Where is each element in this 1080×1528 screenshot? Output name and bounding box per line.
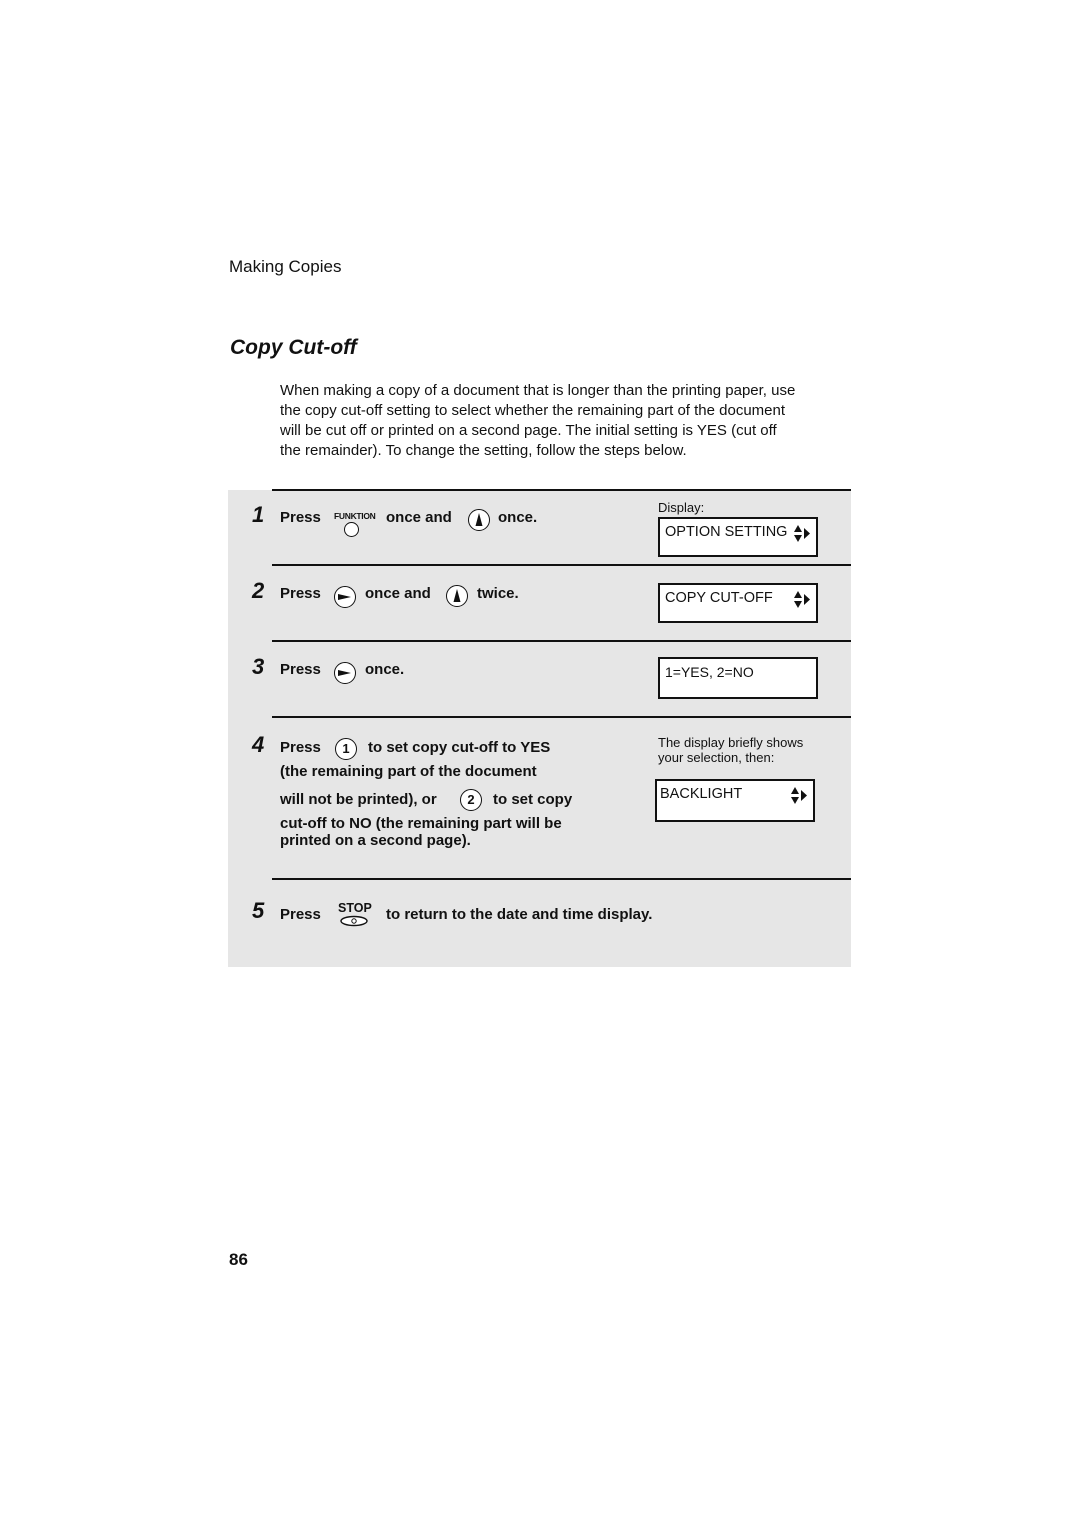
step-number: 2 <box>252 578 265 603</box>
section-header: Making Copies <box>229 257 342 276</box>
lcd-display: OPTION SETTING <box>658 517 818 557</box>
step-number: 4 <box>252 732 265 757</box>
step-text: (the remaining part of the document <box>280 763 537 780</box>
up-down-right-arrows-icon <box>794 525 810 542</box>
divider <box>272 878 851 880</box>
lcd-text: OPTION SETTING <box>665 524 788 540</box>
up-down-right-arrows-icon <box>794 591 810 608</box>
divider <box>272 564 851 566</box>
key-2-icon: 2 <box>460 789 482 811</box>
up-down-right-arrows-icon <box>791 787 807 804</box>
stop-key-label: STOP <box>338 901 372 915</box>
step-text: cut-off to NO (the remaining part will b… <box>280 815 562 832</box>
display-note-line: your selection, then: <box>658 750 775 765</box>
step-text-press: Press <box>280 509 321 526</box>
step-text-end: once. <box>365 661 405 678</box>
up-arrow-key-icon <box>446 585 468 607</box>
step-text-mid: once and <box>386 509 452 526</box>
step-text-press: Press <box>280 739 321 756</box>
lcd-display: 1=YES, 2=NO <box>658 657 818 699</box>
funktion-key-icon <box>344 522 359 537</box>
divider <box>272 489 851 491</box>
page-number: 86 <box>229 1250 248 1269</box>
divider <box>272 640 851 642</box>
right-arrow-key-icon <box>334 662 356 684</box>
intro-paragraph: When making a copy of a document that is… <box>280 381 840 461</box>
key-1-icon: 1 <box>335 738 357 760</box>
lcd-text: BACKLIGHT <box>660 786 743 802</box>
step-text: will not be printed), or <box>280 791 437 808</box>
step-text: to set copy <box>493 791 573 808</box>
steps-panel: 1 Press FUNKTION once and once. Display:… <box>228 489 851 967</box>
step-number: 5 <box>252 898 265 923</box>
display-note-line: The display briefly shows <box>658 735 804 750</box>
step-text-press: Press <box>280 906 321 923</box>
intro-line: When making a copy of a document that is… <box>280 382 796 399</box>
lcd-display: BACKLIGHT <box>655 779 815 822</box>
up-arrow-key-icon <box>468 509 490 531</box>
step-text: to set copy cut-off to YES <box>368 739 551 756</box>
step-text-end: to return to the date and time display. <box>386 906 653 923</box>
display-note: The display briefly shows your selection… <box>658 735 803 765</box>
step-text-mid: once and <box>365 585 431 602</box>
step-text: printed on a second page). <box>280 832 471 849</box>
step-number: 3 <box>252 654 265 679</box>
intro-line: will be cut off or printed on a second p… <box>280 422 777 439</box>
lcd-display: COPY CUT-OFF <box>658 583 818 623</box>
lcd-text: 1=YES, 2=NO <box>665 664 754 680</box>
stop-key-icon <box>340 915 368 927</box>
step-number: 1 <box>252 502 265 527</box>
funktion-key-label: FUNKTION <box>334 511 376 521</box>
step-text-press: Press <box>280 661 321 678</box>
step-text-end: once. <box>498 509 538 526</box>
divider <box>272 716 851 718</box>
intro-line: the copy cut-off setting to select wheth… <box>280 402 786 419</box>
lcd-text: COPY CUT-OFF <box>665 590 773 606</box>
display-label: Display: <box>658 500 705 515</box>
right-arrow-key-icon <box>334 586 356 608</box>
step-text-press: Press <box>280 585 321 602</box>
step-text-end: twice. <box>477 585 519 602</box>
intro-line: the remainder). To change the setting, f… <box>280 442 687 459</box>
page-title: Copy Cut-off <box>230 336 357 359</box>
